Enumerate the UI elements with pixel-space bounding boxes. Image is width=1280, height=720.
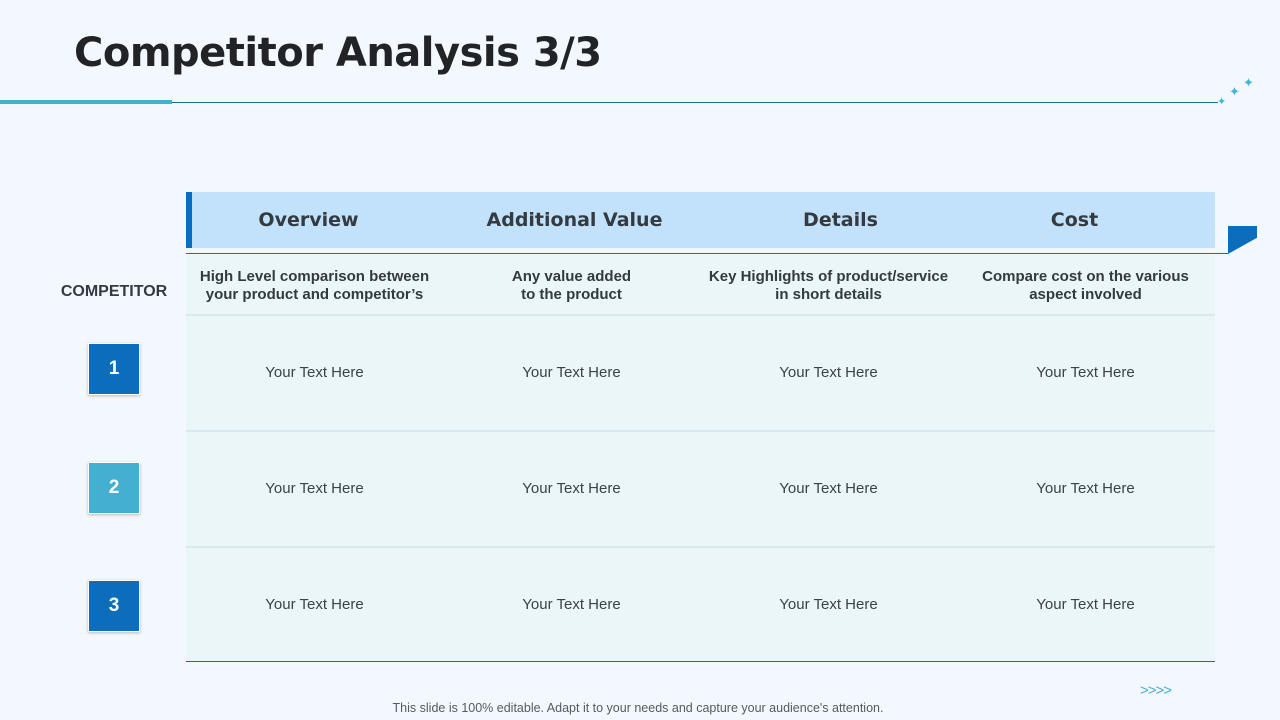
table-cell[interactable]: Your Text Here xyxy=(443,596,700,613)
sparkle-icon: ✦ xyxy=(1243,76,1254,91)
table-cell[interactable]: Your Text Here xyxy=(700,596,957,613)
column-description-additional-value: Any value added to the product xyxy=(511,268,632,303)
row-divider xyxy=(186,430,1215,432)
table-cell[interactable]: Your Text Here xyxy=(700,480,957,497)
table-cell[interactable]: Your Text Here xyxy=(186,364,443,381)
sparkle-icon: ✦ xyxy=(1229,85,1240,100)
title-divider xyxy=(0,102,1218,103)
table-cell[interactable]: Your Text Here xyxy=(957,596,1214,613)
row-divider xyxy=(186,314,1215,316)
sparkle-icon: ✦ xyxy=(1217,95,1227,108)
table-cell[interactable]: Your Text Here xyxy=(700,364,957,381)
table-cell[interactable]: Your Text Here xyxy=(443,480,700,497)
header-corner-tab xyxy=(1228,226,1257,254)
column-header-additional-value: Additional Value xyxy=(486,209,663,231)
column-description-overview: High Level comparison between your produ… xyxy=(199,268,430,303)
next-arrows-icon[interactable]: >>>> xyxy=(1140,682,1172,699)
table-bottom-rule xyxy=(186,661,1215,662)
competitor-badge-1: 1 xyxy=(88,343,140,395)
table-cell[interactable]: Your Text Here xyxy=(957,480,1214,497)
row-divider xyxy=(186,546,1215,548)
column-header-details: Details xyxy=(803,209,878,231)
competitor-badge-3: 3 xyxy=(88,580,140,632)
row-label-competitor: COMPETITOR xyxy=(60,283,168,300)
column-description-details: Key Highlights of product/service in sho… xyxy=(708,268,949,303)
footer-note: This slide is 100% editable. Adapt it to… xyxy=(392,701,884,715)
table-cell[interactable]: Your Text Here xyxy=(186,480,443,497)
column-description-cost: Compare cost on the various aspect invol… xyxy=(982,268,1189,303)
column-header-cost: Cost xyxy=(1050,209,1099,231)
header-underline xyxy=(186,253,1228,254)
competitor-badge-2: 2 xyxy=(88,462,140,514)
table-cell[interactable]: Your Text Here xyxy=(957,364,1214,381)
table-cell[interactable]: Your Text Here xyxy=(186,596,443,613)
slide-title: Competitor Analysis 3/3 xyxy=(74,30,602,76)
title-accent-bar xyxy=(0,100,172,104)
table-cell[interactable]: Your Text Here xyxy=(443,364,700,381)
column-header-overview: Overview xyxy=(258,209,359,231)
